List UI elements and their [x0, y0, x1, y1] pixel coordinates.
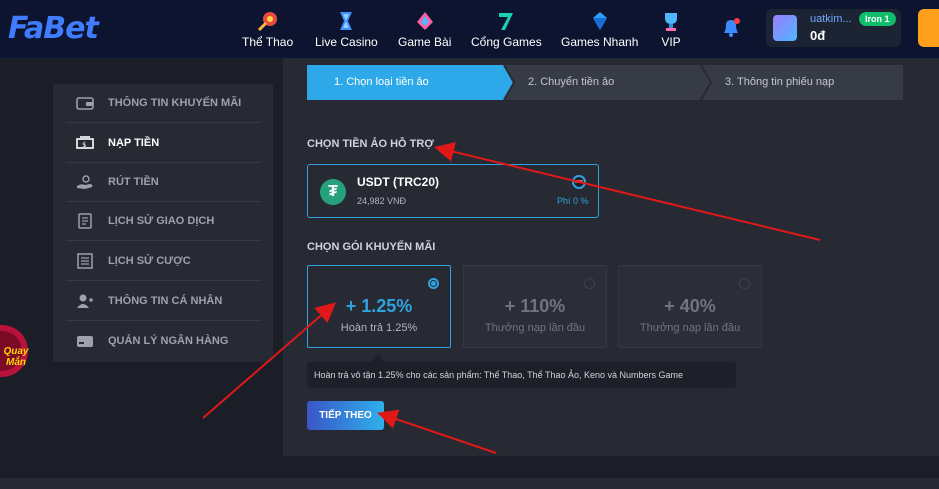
nav-quick-games-label: Games Nhanh — [561, 35, 639, 49]
rank-badge: Iron 1 — [859, 12, 896, 26]
promo-desc: Thưởng nạp lần đầu — [484, 322, 586, 334]
sidebar-item-bet-history[interactable]: LỊCH SỬ CƯỢC — [66, 242, 261, 281]
sidebar-item-label: LỊCH SỬ GIAO DỊCH — [108, 215, 215, 227]
deposit-steps: 1. Chọn loại tiền ảo 2. Chuyển tiền ảo 3… — [307, 65, 903, 100]
notification-bell-icon[interactable] — [720, 16, 742, 38]
nav-live-casino-label: Live Casino — [315, 35, 378, 49]
top-header: FaBet Thể Thao Live Casino Game Bài Cổng… — [0, 0, 939, 58]
promo-desc: Hoàn trả 1.25% — [340, 322, 418, 334]
nav-vip-label: VIP — [661, 35, 681, 49]
next-button[interactable]: TIẾP THEO — [307, 401, 384, 430]
promo-value: + 110% — [504, 296, 566, 316]
trophy-icon — [665, 13, 677, 31]
balance: 0đ — [810, 28, 826, 43]
sidebar-item-label: QUẢN LÝ NGÂN HÀNG — [108, 335, 229, 347]
gem-icon — [592, 12, 607, 30]
sidebar-item-label: RÚT TIỀN — [108, 176, 159, 188]
promo-desc: Thưởng nạp lần đầu — [639, 322, 741, 334]
promo-radio[interactable] — [428, 278, 439, 289]
sidebar-item-label: THÔNG TIN KHUYẾN MÃI — [108, 97, 242, 109]
deposit-cash-icon: $ — [76, 136, 94, 149]
bank-card-icon — [77, 336, 93, 347]
step-1: 1. Chọn loại tiền ảo — [334, 76, 429, 88]
sidebar-item-label: NẠP TIỀN — [108, 137, 160, 149]
account-sidebar: THÔNG TIN KHUYẾN MÃI $ NẠP TIỀN RÚT TIỀN… — [53, 84, 273, 362]
username: uatkim... — [810, 13, 852, 25]
coin-fee: Phí 0 % — [557, 196, 589, 206]
deposit-panel — [283, 58, 939, 456]
sidebar-item-transaction-history[interactable]: LỊCH SỬ GIAO DỊCH — [66, 202, 261, 241]
nav-sports-label: Thể Thao — [242, 35, 294, 49]
wallet-icon — [76, 97, 94, 110]
nav-sports[interactable]: Thể Thao — [242, 10, 293, 49]
coin-option-usdt[interactable]: ₮ USDT (TRC20) 24,982 VNĐ Phí 0 % — [307, 164, 599, 218]
footer-strip — [0, 478, 939, 489]
crypto-section-title: CHỌN TIỀN ẢO HỖ TRỢ — [307, 138, 434, 150]
nav-card-games[interactable]: Game Bài — [398, 10, 451, 49]
step-3: 3. Thông tin phiếu nạp — [725, 76, 835, 88]
promo-radio[interactable] — [739, 278, 750, 289]
sidebar-item-personal-info[interactable]: THÔNG TIN CÁ NHÂN — [66, 282, 261, 321]
promo-radio[interactable] — [584, 278, 595, 289]
coin-radio[interactable] — [572, 175, 586, 189]
avatar — [773, 15, 797, 41]
sports-ball-icon — [257, 12, 277, 32]
deposit-shortcut-button[interactable] — [918, 9, 939, 47]
lucky-spin-text: Quay Mắn — [3, 346, 29, 368]
sidebar-item-promo-info[interactable]: THÔNG TIN KHUYẾN MÃI — [66, 84, 261, 123]
sidebar-item-bank-management[interactable]: QUẢN LÝ NGÂN HÀNG — [66, 322, 261, 361]
svg-text:$: $ — [82, 141, 86, 149]
nav-quick-games[interactable]: Games Nhanh — [561, 10, 638, 49]
spade-card-icon — [416, 12, 433, 30]
sidebar-item-label: LỊCH SỬ CƯỢC — [108, 255, 191, 267]
seven-slot-icon — [499, 13, 514, 30]
user-profile-icon — [77, 294, 93, 308]
sidebar-item-withdraw[interactable]: RÚT TIỀN — [66, 163, 261, 202]
user-account-box[interactable]: uatkim... Iron 1 0đ — [766, 9, 901, 47]
promo-tooltip: Hoàn trả vô tận 1.25% cho các sản phẩm: … — [307, 362, 736, 388]
promo-option-first-deposit-40[interactable]: + 40% Thưởng nạp lần đầu — [618, 265, 762, 348]
tether-icon: ₮ — [320, 179, 346, 205]
withdraw-hand-icon — [77, 175, 93, 189]
tooltip-arrow — [371, 355, 385, 362]
nav-slot-games-label: Cổng Games — [471, 35, 542, 49]
sidebar-item-deposit[interactable]: $ NẠP TIỀN — [66, 124, 261, 163]
promo-option-cashback[interactable]: + 1.25% Hoàn trả 1.25% — [307, 265, 451, 348]
promo-option-first-deposit-110[interactable]: + 110% Thưởng nạp lần đầu — [463, 265, 607, 348]
nav-slot-games[interactable]: Cổng Games — [471, 10, 542, 49]
nav-live-casino[interactable]: Live Casino — [315, 10, 378, 49]
nav-card-games-label: Game Bài — [398, 35, 452, 49]
promo-section-title: CHỌN GÓI KHUYẾN MÃI — [307, 241, 436, 253]
bet-history-icon — [77, 253, 93, 269]
casino-chip-icon — [340, 12, 353, 30]
promo-value: + 40% — [664, 296, 716, 316]
coin-name: USDT (TRC20) — [357, 175, 440, 189]
nav-vip[interactable]: VIP — [660, 10, 682, 49]
step-2: 2. Chuyển tiền ảo — [528, 76, 615, 88]
fabet-logo[interactable]: FaBet — [8, 11, 99, 46]
coin-price: 24,982 VNĐ — [357, 196, 407, 206]
promo-value: + 1.25% — [345, 296, 413, 316]
transaction-history-icon — [78, 213, 92, 229]
sidebar-item-label: THÔNG TIN CÁ NHÂN — [108, 295, 223, 307]
